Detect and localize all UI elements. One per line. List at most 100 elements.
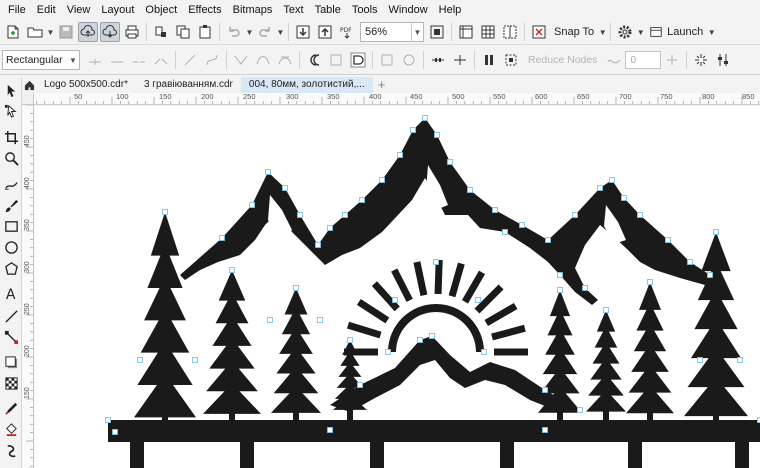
curve-node-handle[interactable]: [327, 427, 333, 433]
launch-dropdown-icon[interactable]: ▼: [707, 22, 716, 42]
curve-node-handle[interactable]: [265, 169, 271, 175]
launch-dropdown[interactable]: Launch: [645, 22, 707, 42]
tab-document-3[interactable]: 004, 80мм, золотистий,...: [240, 77, 373, 93]
curve-smoothness-field[interactable]: 0: [625, 51, 662, 69]
curve-node-handle[interactable]: [687, 259, 693, 265]
curve-node-handle[interactable]: [385, 349, 391, 355]
delete-node-button[interactable]: [106, 49, 128, 71]
transparency-tool[interactable]: [2, 374, 20, 392]
redo-dropdown-icon[interactable]: ▼: [276, 22, 285, 42]
curve-node-handle[interactable]: [397, 152, 403, 158]
curve-node-handle[interactable]: [219, 235, 225, 241]
cut-button[interactable]: [151, 22, 171, 42]
select-all-nodes-button[interactable]: [500, 49, 522, 71]
snap-off-button[interactable]: [529, 22, 549, 42]
curve-node-handle[interactable]: [582, 285, 588, 291]
reverse-direction-button[interactable]: [303, 49, 325, 71]
snap-to-dropdown[interactable]: Snap To: [550, 22, 598, 42]
curve-node-handle[interactable]: [467, 187, 473, 193]
new-tab-button[interactable]: +: [373, 77, 391, 93]
curve-node-handle[interactable]: [422, 115, 428, 121]
curve-node-handle[interactable]: [410, 127, 416, 133]
color-eyedropper-tool[interactable]: [2, 399, 20, 417]
to-line-button[interactable]: [179, 49, 201, 71]
curve-node-handle[interactable]: [481, 349, 487, 355]
curve-node-handle[interactable]: [282, 185, 288, 191]
stretch-nodes-button[interactable]: [376, 49, 398, 71]
curve-node-handle[interactable]: [434, 132, 440, 138]
break-curve-button[interactable]: [150, 49, 172, 71]
parallel-dimension-tool[interactable]: [2, 307, 20, 325]
paste-button[interactable]: [195, 22, 215, 42]
rotate-nodes-button[interactable]: [398, 49, 420, 71]
menu-tools[interactable]: Tools: [348, 0, 385, 20]
curve-node-handle[interactable]: [429, 333, 435, 339]
curve-node-handle[interactable]: [267, 317, 273, 323]
curve-node-handle[interactable]: [557, 287, 563, 293]
menu-file[interactable]: File: [4, 0, 33, 20]
curve-node-handle[interactable]: [665, 237, 671, 243]
curve-node-handle[interactable]: [492, 207, 498, 213]
curve-node-handle[interactable]: [297, 212, 303, 218]
zoom-level-field[interactable]: 56% ▼: [360, 22, 424, 42]
curve-node-handle[interactable]: [475, 297, 481, 303]
redo-button[interactable]: [255, 22, 275, 42]
curve-node-handle[interactable]: [342, 212, 348, 218]
import-button[interactable]: [293, 22, 313, 42]
curve-node-handle[interactable]: [597, 185, 603, 191]
cloud-sync-button[interactable]: [100, 22, 120, 42]
curve-node-handle[interactable]: [379, 177, 385, 183]
tab-document-2[interactable]: 3 гравіюванням.cdr: [136, 77, 241, 93]
menu-object[interactable]: Object: [141, 0, 184, 20]
smoothness-increase-button[interactable]: [661, 49, 683, 71]
drop-shadow-tool[interactable]: [2, 353, 20, 371]
elastic-mode-button[interactable]: [478, 49, 500, 71]
curve-node-handle[interactable]: [317, 317, 323, 323]
curve-node-handle[interactable]: [737, 357, 743, 363]
selection-mode-select[interactable]: Rectangular ▼: [2, 50, 80, 70]
reduce-nodes-button[interactable]: Reduce Nodes: [522, 54, 603, 66]
to-curve-button[interactable]: [201, 49, 223, 71]
curve-node-handle[interactable]: [433, 259, 439, 265]
curve-node-handle[interactable]: [229, 267, 235, 273]
curve-node-handle[interactable]: [519, 222, 525, 228]
menu-layout[interactable]: Layout: [97, 0, 141, 20]
join-nodes-button[interactable]: [128, 49, 150, 71]
curve-node-handle[interactable]: [392, 297, 398, 303]
artistic-media-tool[interactable]: [2, 196, 20, 214]
curve-node-handle[interactable]: [137, 357, 143, 363]
publish-pdf-button[interactable]: PDF: [337, 22, 357, 42]
print-button[interactable]: [122, 22, 142, 42]
upload-to-cloud-button[interactable]: [78, 22, 98, 42]
menu-table[interactable]: Table: [311, 0, 348, 20]
save-button[interactable]: [56, 22, 76, 42]
curve-node-handle[interactable]: [417, 337, 423, 343]
menu-effects[interactable]: Effects: [184, 0, 228, 20]
show-grid-button[interactable]: [478, 22, 498, 42]
curve-node-handle[interactable]: [447, 159, 453, 165]
menu-edit[interactable]: Edit: [33, 0, 63, 20]
curve-node-handle[interactable]: [359, 197, 365, 203]
show-nodes-button[interactable]: [690, 49, 712, 71]
tab-document-1[interactable]: Logo 500x500.cdr*: [36, 77, 136, 93]
curve-node-handle[interactable]: [542, 387, 548, 393]
menu-help[interactable]: Help: [435, 0, 469, 20]
copy-button[interactable]: [173, 22, 193, 42]
curve-node-handle[interactable]: [572, 212, 578, 218]
curve-node-handle[interactable]: [603, 307, 609, 313]
curve-node-handle[interactable]: [621, 195, 627, 201]
crop-tool[interactable]: [2, 128, 20, 146]
cusp-node-button[interactable]: [230, 49, 252, 71]
pick-tool[interactable]: [2, 81, 20, 99]
text-tool[interactable]: A: [2, 284, 20, 302]
horizontal-ruler[interactable]: 50 100 150 200 250 300 350 400 450 500 5…: [22, 93, 760, 105]
drawing-canvas[interactable]: [35, 106, 760, 468]
curve-node-handle[interactable]: [557, 272, 563, 278]
curve-node-handle[interactable]: [315, 242, 321, 248]
shape-tool[interactable]: [2, 102, 20, 120]
rectangle-tool[interactable]: [2, 217, 20, 235]
vertical-ruler[interactable]: 450 400 350 300 250 200 150: [22, 105, 34, 468]
curve-node-handle[interactable]: [542, 427, 548, 433]
connector-tool[interactable]: [2, 328, 20, 346]
freehand-tool[interactable]: [2, 175, 20, 193]
